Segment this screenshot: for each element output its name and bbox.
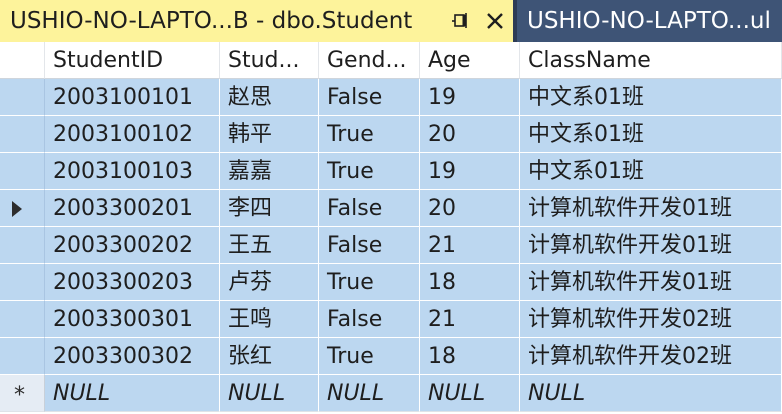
cell-gender[interactable]: False xyxy=(319,79,420,116)
cell-studentname[interactable]: 韩平 xyxy=(220,116,319,153)
cell-age[interactable]: 18 xyxy=(420,338,520,375)
cell-age[interactable]: 20 xyxy=(420,190,520,227)
cell-studentid[interactable]: 2003300203 xyxy=(45,264,220,301)
cell-null[interactable]: NULL xyxy=(420,375,520,412)
cell-age[interactable]: 20 xyxy=(420,116,520,153)
cell-gender[interactable]: True xyxy=(319,116,420,153)
cell-gender[interactable]: True xyxy=(319,264,420,301)
table-row[interactable]: 2003100102 韩平 True 20 中文系01班 xyxy=(0,116,782,153)
cell-age[interactable]: 21 xyxy=(420,227,520,264)
cell-studentid[interactable]: 2003300301 xyxy=(45,301,220,338)
cell-studentid[interactable]: 2003100101 xyxy=(45,79,220,116)
cell-null[interactable]: NULL xyxy=(520,375,782,412)
cell-null[interactable]: NULL xyxy=(45,375,220,412)
cell-studentid[interactable]: 2003300202 xyxy=(45,227,220,264)
tab-dbo-student[interactable]: USHIO-NO-LAPTO...B - dbo.Student xyxy=(0,0,513,42)
table-row[interactable]: 2003100101 赵思 False 19 中文系01班 xyxy=(0,79,782,116)
new-row[interactable]: * NULL NULL NULL NULL NULL xyxy=(0,375,782,412)
cell-null[interactable]: NULL xyxy=(319,375,420,412)
cell-classname[interactable]: 计算机软件开发01班 xyxy=(520,227,782,264)
cell-studentname[interactable]: 卢芬 xyxy=(220,264,319,301)
cell-gender[interactable]: False xyxy=(319,227,420,264)
cell-studentid[interactable]: 2003100103 xyxy=(45,153,220,190)
cell-studentid[interactable]: 2003300302 xyxy=(45,338,220,375)
cell-studentid[interactable]: 2003100102 xyxy=(45,116,220,153)
cell-gender[interactable]: False xyxy=(319,190,420,227)
column-header-studentid[interactable]: StudentID xyxy=(45,42,220,79)
table-row[interactable]: 2003300202 王五 False 21 计算机软件开发01班 xyxy=(0,227,782,264)
cell-age[interactable]: 19 xyxy=(420,79,520,116)
cell-studentname[interactable]: 李四 xyxy=(220,190,319,227)
cell-gender[interactable]: False xyxy=(319,301,420,338)
cell-classname[interactable]: 中文系01班 xyxy=(520,153,782,190)
cell-studentname[interactable]: 王鸣 xyxy=(220,301,319,338)
cell-classname[interactable]: 中文系01班 xyxy=(520,116,782,153)
tab-title: USHIO-NO-LAPTO...B - dbo.Student xyxy=(10,8,413,34)
cell-classname[interactable]: 计算机软件开发01班 xyxy=(520,264,782,301)
row-selector[interactable] xyxy=(0,190,45,227)
cell-studentname[interactable]: 嘉嘉 xyxy=(220,153,319,190)
cell-age[interactable]: 18 xyxy=(420,264,520,301)
cell-gender[interactable]: True xyxy=(319,153,420,190)
new-row-marker: * xyxy=(14,383,25,408)
row-selector-new[interactable]: * xyxy=(0,375,45,412)
column-header-gender[interactable]: Gend... xyxy=(319,42,420,79)
cell-gender[interactable]: True xyxy=(319,338,420,375)
table-row[interactable]: 2003100103 嘉嘉 True 19 中文系01班 xyxy=(0,153,782,190)
table-row-current[interactable]: 2003300201 李四 False 20 计算机软件开发01班 xyxy=(0,190,782,227)
row-selector[interactable] xyxy=(0,301,45,338)
close-icon[interactable] xyxy=(485,11,505,31)
results-grid[interactable]: StudentID Stud... Gend... Age ClassName … xyxy=(0,42,782,412)
table-row[interactable]: 2003300301 王鸣 False 21 计算机软件开发02班 xyxy=(0,301,782,338)
cell-studentname[interactable]: 赵思 xyxy=(220,79,319,116)
column-header-age[interactable]: Age xyxy=(420,42,520,79)
row-selector[interactable] xyxy=(0,79,45,116)
arrow-icon xyxy=(12,201,22,217)
cell-classname[interactable]: 中文系01班 xyxy=(520,79,782,116)
cell-age[interactable]: 21 xyxy=(420,301,520,338)
pin-icon[interactable] xyxy=(452,8,468,34)
select-all-corner[interactable] xyxy=(0,42,45,79)
cell-classname[interactable]: 计算机软件开发01班 xyxy=(520,190,782,227)
cell-studentid[interactable]: 2003300201 xyxy=(45,190,220,227)
cell-studentname[interactable]: 张红 xyxy=(220,338,319,375)
table-row[interactable]: 2003300203 卢芬 True 18 计算机软件开发01班 xyxy=(0,264,782,301)
column-header-studentname[interactable]: Stud... xyxy=(220,42,319,79)
header-row: StudentID Stud... Gend... Age ClassName xyxy=(0,42,782,79)
cell-studentname[interactable]: 王五 xyxy=(220,227,319,264)
row-selector[interactable] xyxy=(0,338,45,375)
table-row[interactable]: 2003300302 张红 True 18 计算机软件开发02班 xyxy=(0,338,782,375)
cell-null[interactable]: NULL xyxy=(220,375,319,412)
row-selector[interactable] xyxy=(0,227,45,264)
row-selector[interactable] xyxy=(0,264,45,301)
row-selector[interactable] xyxy=(0,116,45,153)
cell-classname[interactable]: 计算机软件开发02班 xyxy=(520,338,782,375)
row-selector[interactable] xyxy=(0,153,45,190)
tab-title: USHIO-NO-LAPTO...ul xyxy=(527,8,771,34)
cell-age[interactable]: 19 xyxy=(420,153,520,190)
document-tab-bar: USHIO-NO-LAPTO...B - dbo.Student USHIO-N… xyxy=(0,0,782,42)
tab-other-query[interactable]: USHIO-NO-LAPTO...ul xyxy=(517,0,782,42)
column-header-classname[interactable]: ClassName xyxy=(520,42,782,79)
cell-classname[interactable]: 计算机软件开发02班 xyxy=(520,301,782,338)
